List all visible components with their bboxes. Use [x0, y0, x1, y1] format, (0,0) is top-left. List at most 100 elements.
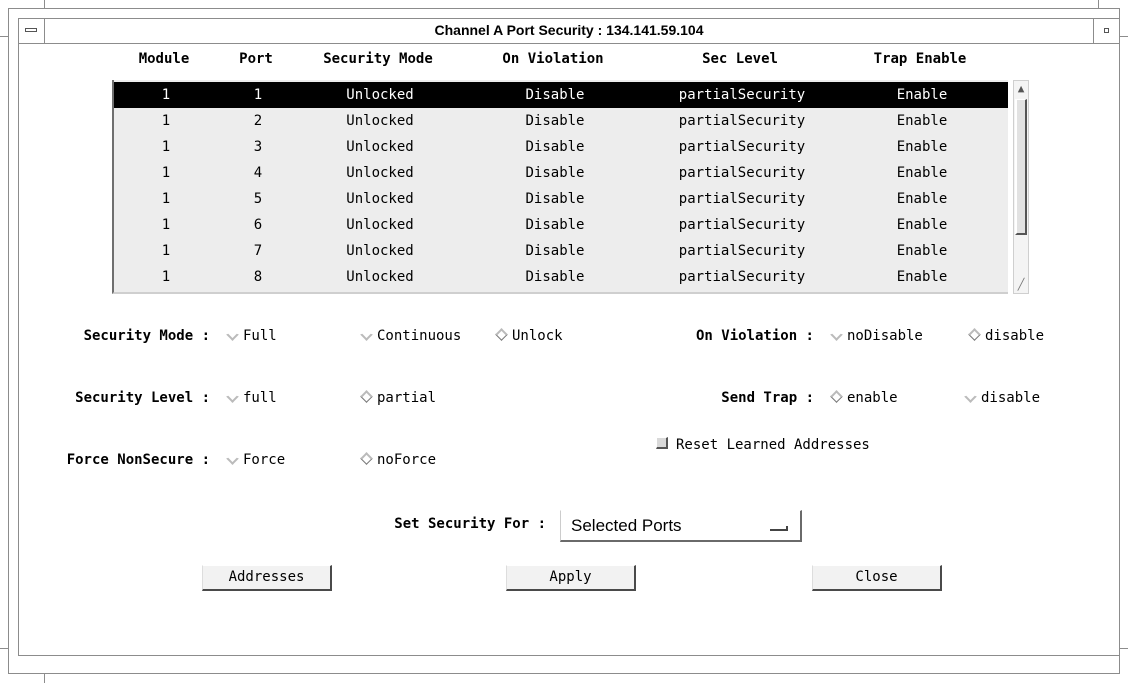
radio-off-icon — [830, 327, 843, 341]
cell-trap-enable: Enable — [896, 139, 948, 155]
frame-resize-tick[interactable] — [1120, 648, 1128, 649]
table-row[interactable]: 1 8 Unlocked Disable partialSecurity Ena… — [114, 264, 1008, 290]
frame-resize-tick[interactable] — [0, 36, 8, 37]
cell-port: 7 — [253, 243, 263, 259]
table-row[interactable]: 1 3 Unlocked Disable partialSecurity Ena… — [114, 134, 1008, 160]
cell-security-mode: Unlocked — [346, 113, 414, 129]
frame-resize-tick[interactable] — [0, 648, 8, 649]
table-row[interactable]: 1 6 Unlocked Disable partialSecurity Ena… — [114, 212, 1008, 238]
security-level-partial-radio[interactable]: partial — [360, 389, 436, 406]
cell-on-violation: Disable — [525, 165, 585, 181]
checkbox-icon — [656, 437, 668, 449]
radio-on-icon — [360, 389, 373, 403]
cell-module: 1 — [161, 165, 171, 181]
cell-on-violation: Disable — [525, 139, 585, 155]
send-trap-disable-radio[interactable]: disable — [964, 389, 1040, 406]
cell-sec-level: partialSecurity — [678, 191, 806, 207]
cell-security-mode: Unlocked — [346, 191, 414, 207]
column-header-trap-enable[interactable]: Trap Enable — [834, 51, 1006, 67]
security-mode-unlock-radio[interactable]: Unlock — [495, 327, 563, 344]
security-mode-label: Security Mode : — [83, 328, 210, 344]
cell-sec-level: partialSecurity — [678, 243, 806, 259]
table-row[interactable]: 1 1 Unlocked Disable partialSecurity Ena… — [114, 82, 1008, 108]
radio-off-icon — [360, 327, 373, 341]
cell-sec-level: partialSecurity — [678, 165, 806, 181]
cell-module: 1 — [161, 191, 171, 207]
cell-on-violation: Disable — [525, 269, 585, 285]
security-mode-continuous-radio[interactable]: Continuous — [360, 327, 461, 344]
security-level-full-radio[interactable]: full — [226, 389, 277, 406]
cell-security-mode: Unlocked — [346, 87, 414, 103]
send-trap-enable-radio[interactable]: enable — [830, 389, 898, 406]
force-nonsecure-label: Force NonSecure : — [66, 452, 210, 468]
cell-on-violation: Disable — [525, 191, 585, 207]
cell-security-mode: Unlocked — [346, 217, 414, 233]
cell-security-mode: Unlocked — [346, 139, 414, 155]
cell-on-violation: Disable — [525, 87, 585, 103]
title-bar[interactable]: Channel A Port Security : 134.141.59.104 — [18, 18, 1120, 44]
table-row[interactable]: 1 4 Unlocked Disable partialSecurity Ena… — [114, 160, 1008, 186]
scroll-up-arrow-icon[interactable]: ▲ — [1014, 81, 1028, 97]
column-header-sec-level[interactable]: Sec Level — [646, 51, 834, 67]
cell-module: 1 — [161, 139, 171, 155]
column-header-on-violation[interactable]: On Violation — [460, 51, 646, 67]
reset-learned-addresses-checkbox[interactable]: Reset Learned Addresses — [656, 437, 870, 453]
window-title: Channel A Port Security : 134.141.59.104 — [434, 22, 704, 38]
table-row[interactable]: 1 7 Unlocked Disable partialSecurity Ena… — [114, 238, 1008, 264]
radio-off-icon — [226, 389, 239, 403]
scroll-down-arrow-icon[interactable]: ╱ — [1014, 277, 1028, 293]
radio-off-icon — [226, 451, 239, 465]
set-security-for-value: Selected Ports — [571, 516, 682, 535]
radio-on-icon — [830, 389, 843, 403]
cell-port: 4 — [253, 165, 263, 181]
send-trap-label: Send Trap : — [721, 390, 814, 406]
cell-trap-enable: Enable — [896, 217, 948, 233]
table-row[interactable]: 1 5 Unlocked Disable partialSecurity Ena… — [114, 186, 1008, 212]
cell-module: 1 — [161, 113, 171, 129]
cell-security-mode: Unlocked — [346, 165, 414, 181]
cell-trap-enable: Enable — [896, 113, 948, 129]
cell-module: 1 — [161, 217, 171, 233]
cell-port: 5 — [253, 191, 263, 207]
cell-port: 2 — [253, 113, 263, 129]
frame-resize-tick[interactable] — [1120, 36, 1128, 37]
radio-off-icon — [964, 389, 977, 403]
frame-resize-tick[interactable] — [44, 674, 45, 683]
on-violation-nodisable-radio[interactable]: noDisable — [830, 327, 923, 344]
set-security-for-label: Set Security For : — [394, 516, 546, 532]
cell-sec-level: partialSecurity — [678, 269, 806, 285]
port-list-scrollbar[interactable]: ▲ ╱ — [1013, 80, 1029, 294]
cell-on-violation: Disable — [525, 217, 585, 233]
cell-trap-enable: Enable — [896, 243, 948, 259]
cell-trap-enable: Enable — [896, 191, 948, 207]
close-button[interactable]: Close — [812, 565, 942, 591]
column-header-port[interactable]: Port — [216, 51, 296, 67]
cell-port: 6 — [253, 217, 263, 233]
cell-sec-level: partialSecurity — [678, 139, 806, 155]
cell-trap-enable: Enable — [896, 87, 948, 103]
addresses-button[interactable]: Addresses — [202, 565, 332, 591]
apply-button[interactable]: Apply — [506, 565, 636, 591]
cell-sec-level: partialSecurity — [678, 87, 806, 103]
cell-sec-level: partialSecurity — [678, 113, 806, 129]
cell-port: 3 — [253, 139, 263, 155]
port-list[interactable]: 1 1 Unlocked Disable partialSecurity Ena… — [112, 80, 1008, 294]
scroll-thumb[interactable] — [1015, 99, 1027, 235]
force-nonsecure-force-radio[interactable]: Force — [226, 451, 285, 468]
force-nonsecure-noforce-radio[interactable]: noForce — [360, 451, 436, 468]
security-mode-full-radio[interactable]: Full — [226, 327, 277, 344]
on-violation-disable-radio[interactable]: disable — [968, 327, 1044, 344]
cell-on-violation: Disable — [525, 243, 585, 259]
maximize-icon[interactable] — [1093, 19, 1119, 43]
frame-resize-tick[interactable] — [1098, 0, 1099, 8]
column-header-security-mode[interactable]: Security Mode — [296, 51, 460, 67]
option-menu-indicator-icon — [770, 526, 788, 531]
column-header-module[interactable]: Module — [112, 51, 216, 67]
table-row[interactable]: 1 2 Unlocked Disable partialSecurity Ena… — [114, 108, 1008, 134]
cell-module: 1 — [161, 87, 171, 103]
cell-module: 1 — [161, 243, 171, 259]
radio-off-icon — [226, 327, 239, 341]
cell-port: 1 — [253, 87, 263, 103]
set-security-for-select[interactable]: Selected Ports — [560, 510, 802, 542]
frame-resize-tick[interactable] — [44, 0, 45, 8]
